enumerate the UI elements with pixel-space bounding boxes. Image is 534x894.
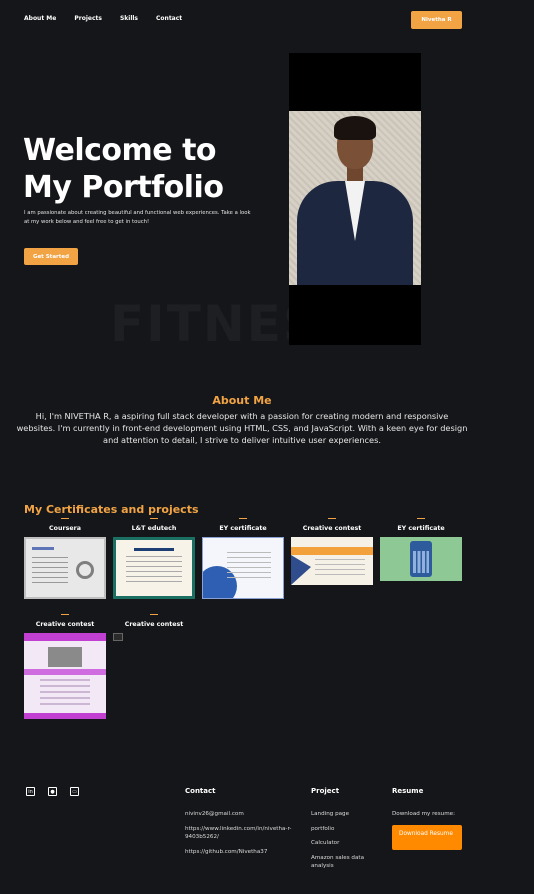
project-card-creative-contest-3[interactable]: Creative contest	[113, 614, 195, 641]
nav-link-contact[interactable]: Contact	[156, 15, 182, 22]
card-title: Creative contest	[302, 525, 362, 532]
about-heading: About Me	[212, 394, 272, 407]
project-link-amazon-sales[interactable]: Amazon sales data analysis	[311, 854, 381, 871]
certificate-card-coursera[interactable]: Coursera	[24, 518, 106, 599]
laptop-icon[interactable]: ▭	[70, 787, 79, 796]
certificate-thumbnail[interactable]	[113, 537, 195, 599]
hero-title-line-1: Welcome to	[23, 133, 217, 168]
card-title: Coursera	[49, 525, 81, 532]
project-link-calculator[interactable]: Calculator	[311, 839, 381, 848]
certificate-thumbnail[interactable]	[291, 537, 373, 585]
footer-project-column: Project Landing page portfolio Calculato…	[311, 787, 381, 877]
project-card-ey-2[interactable]: EY certificate	[380, 518, 462, 581]
about-text: Hi, I'm NIVETHA R, a aspiring full stack…	[16, 411, 468, 445]
project-heading: Project	[311, 787, 340, 795]
certificate-card-ey-1[interactable]: EY certificate	[202, 518, 284, 599]
footer-contact-column: Contact nivinv26@gmail.com https://www.l…	[185, 787, 303, 862]
project-link-portfolio[interactable]: portfolio	[311, 825, 381, 834]
card-accent-line	[61, 614, 69, 615]
card-accent-line	[150, 518, 158, 519]
github-icon[interactable]: ●	[48, 787, 57, 796]
certificate-thumbnail[interactable]	[202, 537, 284, 599]
resume-heading: Resume	[392, 787, 424, 795]
nav-link-skills[interactable]: Skills	[120, 15, 138, 22]
download-resume-button[interactable]: Download Resume	[392, 824, 462, 850]
card-accent-line	[150, 614, 158, 615]
project-link-landing-page[interactable]: Landing page	[311, 810, 381, 819]
contact-github-link[interactable]: https://github.com/Nivetha37	[185, 848, 303, 857]
card-accent-line	[417, 518, 425, 519]
get-started-button[interactable]: Get Started	[24, 248, 78, 265]
nav-link-about[interactable]: About Me	[24, 15, 56, 22]
name-button[interactable]: Nivetha R	[411, 11, 462, 29]
card-title: Creative contest	[35, 621, 95, 628]
card-title: EY certificate	[219, 525, 267, 532]
hero-description: I am passionate about creating beautiful…	[24, 210, 251, 225]
project-thumbnail[interactable]	[24, 633, 106, 719]
contact-email[interactable]: nivinv26@gmail.com	[185, 810, 303, 819]
linkedin-icon[interactable]: in	[26, 787, 35, 796]
nav-link-projects[interactable]: Projects	[74, 15, 102, 22]
profile-photo	[289, 111, 421, 285]
hero-title-line-2: My Portfolio	[23, 170, 224, 205]
hero-title: Welcome to My Portfolio	[23, 132, 224, 206]
certificate-card-lt-edutech[interactable]: L&T edutech	[113, 518, 195, 599]
project-card-creative-contest-2[interactable]: Creative contest	[24, 614, 106, 719]
card-title: EY certificate	[397, 525, 445, 532]
card-accent-line	[61, 518, 69, 519]
certificates-heading: My Certificates and projects	[24, 503, 199, 516]
card-accent-line	[239, 518, 247, 519]
certificate-card-creative-contest-1[interactable]: Creative contest	[291, 518, 373, 585]
profile-photo-frame	[289, 53, 421, 345]
card-title: Creative contest	[124, 621, 184, 628]
card-title: L&T edutech	[131, 525, 177, 532]
contact-heading: Contact	[185, 787, 216, 795]
contact-linkedin-link[interactable]: https://www.linkedin.com/in/nivetha-r-94…	[185, 825, 303, 842]
card-accent-line	[328, 518, 336, 519]
footer-resume-column: Resume Download my resume: Download Resu…	[392, 787, 472, 850]
certificate-thumbnail[interactable]	[24, 537, 106, 599]
main-nav: About Me Projects Skills Contact	[24, 15, 182, 22]
resume-text: Download my resume:	[392, 811, 455, 817]
broken-image-icon[interactable]	[113, 633, 123, 641]
social-links: in ● ▭	[26, 787, 79, 796]
calculator-thumbnail[interactable]	[380, 537, 462, 581]
